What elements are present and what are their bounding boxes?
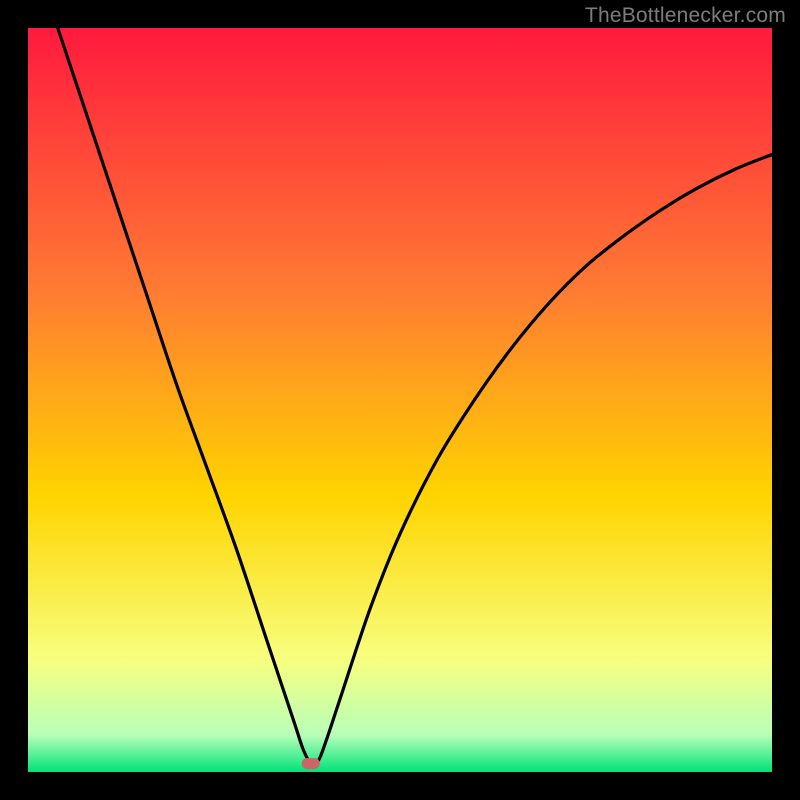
- chart-frame: [28, 28, 772, 772]
- optimum-marker: [302, 758, 320, 769]
- gradient-background: [28, 28, 772, 772]
- watermark-text: TheBottlenecker.com: [585, 4, 786, 28]
- bottleneck-chart: [28, 28, 772, 772]
